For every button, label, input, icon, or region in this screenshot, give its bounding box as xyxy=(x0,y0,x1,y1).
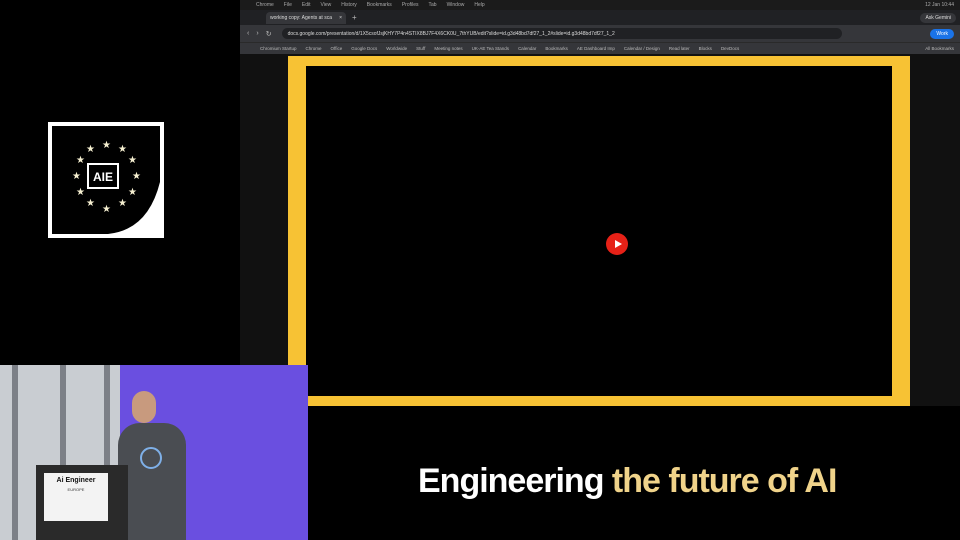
bookmarks-bar: Chromium Startup Chrome Office Google Do… xyxy=(240,42,960,54)
toolbar: ‹ › ↻ docs.google.com/presentation/d/1X5… xyxy=(240,25,960,42)
tab-title: working copy: Agents at sca xyxy=(270,14,332,21)
bookmark-item[interactable]: UK-AE Tea Stands xyxy=(472,46,509,51)
menu-profiles[interactable]: Profiles xyxy=(402,2,419,8)
tagline-part1: Engineering xyxy=(418,462,612,500)
bookmark-item[interactable]: Worldwide xyxy=(386,46,407,51)
menu-view[interactable]: View xyxy=(320,2,331,8)
tagline-part2: the future of AI xyxy=(611,462,837,500)
podium-title: Ai Engineer xyxy=(56,477,96,484)
forward-icon[interactable]: › xyxy=(256,30,258,37)
svg-text:★: ★ xyxy=(76,187,85,198)
svg-text:★: ★ xyxy=(72,171,81,182)
logo-text: AIE xyxy=(93,170,113,184)
browser-window: Chrome File Edit View History Bookmarks … xyxy=(240,0,960,406)
new-tab-button[interactable]: + xyxy=(352,13,357,22)
bookmark-item[interactable]: Calendar xyxy=(518,46,536,51)
svg-text:★: ★ xyxy=(76,155,85,166)
tab-strip: working copy: Agents at sca × + Ask Gemi… xyxy=(240,10,960,25)
mac-menu-bar: Chrome File Edit View History Bookmarks … xyxy=(240,0,960,10)
podium-subtitle: EUROPE xyxy=(67,487,85,492)
back-icon[interactable]: ‹ xyxy=(247,30,249,37)
menu-history[interactable]: History xyxy=(341,2,357,8)
menu-bookmarks[interactable]: Bookmarks xyxy=(367,2,392,8)
menu-window[interactable]: Window xyxy=(447,2,465,8)
play-icon[interactable] xyxy=(606,233,628,255)
bookmark-item[interactable]: DevDocs xyxy=(721,46,739,51)
menu-clock: 12 Jan 10:44 xyxy=(925,2,954,8)
svg-text:★: ★ xyxy=(86,198,95,209)
bookmark-item[interactable]: Chrome xyxy=(306,46,322,51)
menu-chrome[interactable]: Chrome xyxy=(256,2,274,8)
menu-edit[interactable]: Edit xyxy=(302,2,311,8)
menu-help[interactable]: Help xyxy=(474,2,484,8)
bookmark-item[interactable]: Chromium Startup xyxy=(260,46,297,51)
bookmark-item[interactable]: Blocks xyxy=(699,46,712,51)
shirt-logo-icon xyxy=(140,447,162,469)
speaker-body xyxy=(118,423,186,540)
aie-logo: ★ ★ ★ ★ ★ ★ ★ ★ ★ ★ ★ ★ AIE xyxy=(48,122,164,238)
menu-file[interactable]: File xyxy=(284,2,292,8)
svg-text:★: ★ xyxy=(128,187,137,198)
ask-gemini-button[interactable]: Ask Gemini xyxy=(920,12,956,23)
address-bar[interactable]: docs.google.com/presentation/d/1X5csofJs… xyxy=(281,28,842,39)
tagline: Engineering the future of AI xyxy=(418,462,837,501)
bookmark-item[interactable]: Office xyxy=(331,46,343,51)
svg-text:★: ★ xyxy=(128,155,137,166)
svg-text:★: ★ xyxy=(132,171,141,182)
window-mullion xyxy=(12,365,18,540)
svg-text:★: ★ xyxy=(102,140,111,151)
speaker-head xyxy=(132,391,156,423)
bookmark-item[interactable]: Stuff xyxy=(416,46,425,51)
tab-working-copy[interactable]: working copy: Agents at sca × xyxy=(266,11,346,24)
tab-close-icon[interactable]: × xyxy=(339,15,342,21)
bookmark-item[interactable]: AE Dashboard Imp xyxy=(577,46,615,51)
menu-tab[interactable]: Tab xyxy=(429,2,437,8)
speaker-camera: Ai Engineer EUROPE xyxy=(0,365,308,540)
all-bookmarks-button[interactable]: All Bookmarks xyxy=(925,46,954,51)
bookmark-item[interactable]: Bookmarks xyxy=(545,46,568,51)
slide-frame xyxy=(288,56,910,406)
svg-text:★: ★ xyxy=(86,144,95,155)
svg-text:★: ★ xyxy=(118,144,127,155)
bookmark-item[interactable]: Meeting notes xyxy=(434,46,462,51)
video-embed[interactable] xyxy=(306,66,892,396)
bookmark-item[interactable]: Calendar / Design xyxy=(624,46,660,51)
reload-icon[interactable]: ↻ xyxy=(266,30,272,38)
aie-logo-graphic: ★ ★ ★ ★ ★ ★ ★ ★ ★ ★ ★ ★ AIE xyxy=(52,126,160,234)
svg-text:★: ★ xyxy=(102,204,111,215)
svg-text:★: ★ xyxy=(118,198,127,209)
bookmark-item[interactable]: Google Docs xyxy=(351,46,377,51)
bookmark-item[interactable]: Read later xyxy=(669,46,690,51)
work-profile-button[interactable]: Work xyxy=(930,28,954,39)
